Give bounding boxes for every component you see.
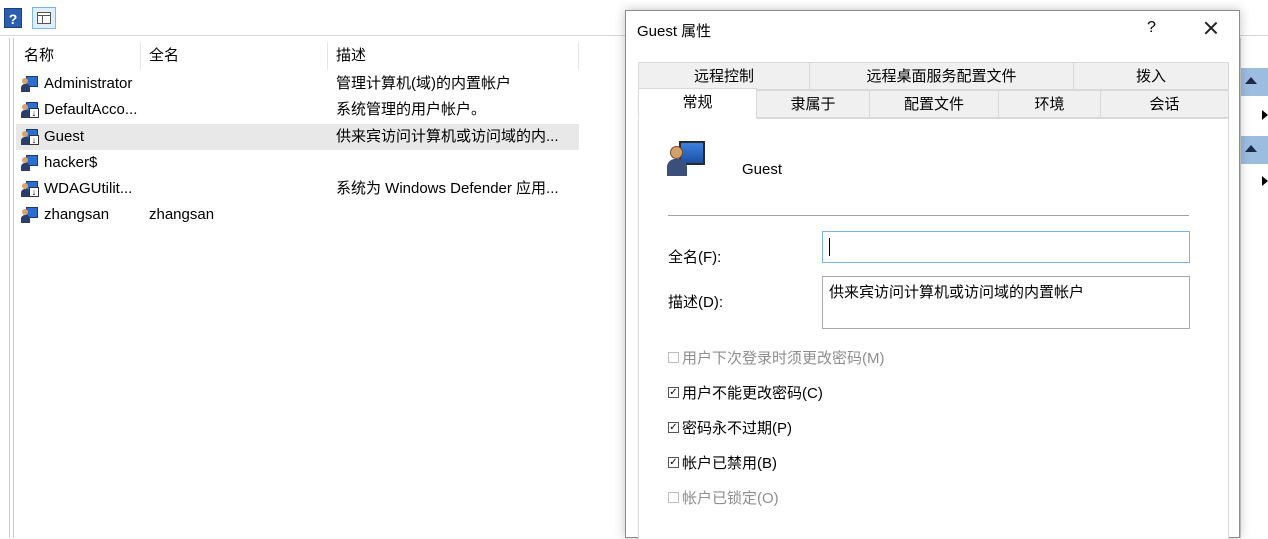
checkbox-label: 用户下次登录时须更改密码(M) [682,350,885,367]
user-description: 系统管理的用户帐户。 [336,101,487,118]
list-item[interactable]: zhangsan zhangsan [16,202,579,228]
password-never-expires-checkbox[interactable]: ✓ 密码永不过期(P) [668,418,792,440]
user-description [336,202,576,228]
list-item[interactable]: ↓ WDAGUtilit... 系统为 Windows Defender 应用.… [16,176,579,202]
user-description: 管理计算机(域)的内置帐户 [336,75,511,92]
column-header-name[interactable]: 名称 [16,42,141,70]
user-disabled-icon: ↓ [21,128,39,146]
fullname-field[interactable] [822,231,1190,263]
checkbox-label: 帐户已禁用(B) [682,455,777,472]
general-tab-page: Guest 全名(F): 描述(D): 供来宾访问计算机或访问域的内置帐户 用户… [638,118,1229,539]
checkbox-checked-icon: ✓ [668,456,679,468]
user-name: DefaultAcco... [44,101,138,118]
show-hide-pane-icon[interactable] [32,7,56,29]
action-pane-header[interactable] [1241,136,1268,164]
column-header-fullname[interactable]: 全名 [141,42,328,70]
action-pane-header[interactable] [1241,68,1268,96]
checkbox-label: 密码永不过期(P) [682,420,792,437]
user-fullname [149,150,329,176]
user-name: hacker$ [44,154,98,171]
column-header-description[interactable]: 描述 [328,42,579,70]
more-actions-icon[interactable] [1262,176,1268,186]
checkbox-checked-icon: ✓ [668,421,679,433]
tab-environment[interactable]: 环境 [998,90,1101,118]
user-disabled-icon: ↓ [21,180,39,198]
close-icon[interactable] [1198,15,1224,41]
collapse-icon [1245,145,1257,152]
tab-remote-control[interactable]: 远程控制 [638,62,810,90]
account-disabled-checkbox[interactable]: ✓ 帐户已禁用(B) [668,453,777,475]
must-change-password-checkbox[interactable]: 用户下次登录时须更改密码(M) [668,348,885,370]
user-fullname [149,176,329,202]
checkbox-unchecked-icon [668,491,679,503]
checkbox-label: 帐户已锁定(O) [682,490,779,507]
properties-dialog: Guest 属性 ? 远程控制 远程桌面服务配置文件 拨入 常规 隶属于 配置文… [625,10,1240,539]
divider [668,215,1189,216]
help-icon[interactable]: ? [4,8,22,28]
more-actions-icon[interactable] [1262,110,1268,120]
user-name: Administrator [44,75,133,92]
checkbox-label: 用户不能更改密码(C) [682,385,823,402]
user-icon [667,141,707,181]
tab-general[interactable]: 常规 [638,88,757,119]
user-description [336,150,576,176]
user-fullname: zhangsan [149,206,215,223]
user-fullname [149,97,329,123]
tab-member-of[interactable]: 隶属于 [756,90,870,118]
user-name: Guest [44,128,85,145]
description-field[interactable]: 供来宾访问计算机或访问域的内置帐户 [822,276,1190,329]
user-name: WDAGUtilit... [44,180,133,197]
account-name: Guest [742,161,783,178]
help-button[interactable]: ? [1147,19,1156,37]
checkbox-unchecked-icon [668,351,679,363]
tab-profile[interactable]: 配置文件 [869,90,999,118]
dialog-title: Guest 属性 [637,23,712,40]
description-label: 描述(D): [668,294,723,311]
user-icon [21,154,39,172]
user-disabled-icon: ↓ [21,101,39,119]
checkbox-checked-icon: ✓ [668,386,679,398]
text-caret [829,238,830,256]
tab-dial-in[interactable]: 拨入 [1073,62,1229,90]
cannot-change-password-checkbox[interactable]: ✓ 用户不能更改密码(C) [668,383,823,405]
user-name: zhangsan [44,206,110,223]
tree-pane-edge [0,38,14,538]
list-item[interactable]: ↓ DefaultAcco... 系统管理的用户帐户。 [16,97,579,123]
account-locked-checkbox[interactable]: 帐户已锁定(O) [668,488,779,510]
user-description: 系统为 Windows Defender 应用... [336,180,559,197]
list-item[interactable]: hacker$ [16,150,579,176]
fullname-label: 全名(F): [668,249,722,266]
collapse-icon [1245,77,1257,84]
tab-rds-profile[interactable]: 远程桌面服务配置文件 [809,62,1074,90]
user-description: 供来宾访问计算机或访问域的内... [336,128,559,145]
user-icon [21,75,39,93]
tab-sessions[interactable]: 会话 [1100,90,1229,118]
user-fullname [149,71,329,97]
user-icon [21,206,39,224]
list-item[interactable]: Administrator 管理计算机(域)的内置帐户 [16,71,579,97]
user-fullname [149,124,329,150]
list-item[interactable]: ↓ Guest 供来宾访问计算机或访问域的内... [16,124,579,150]
